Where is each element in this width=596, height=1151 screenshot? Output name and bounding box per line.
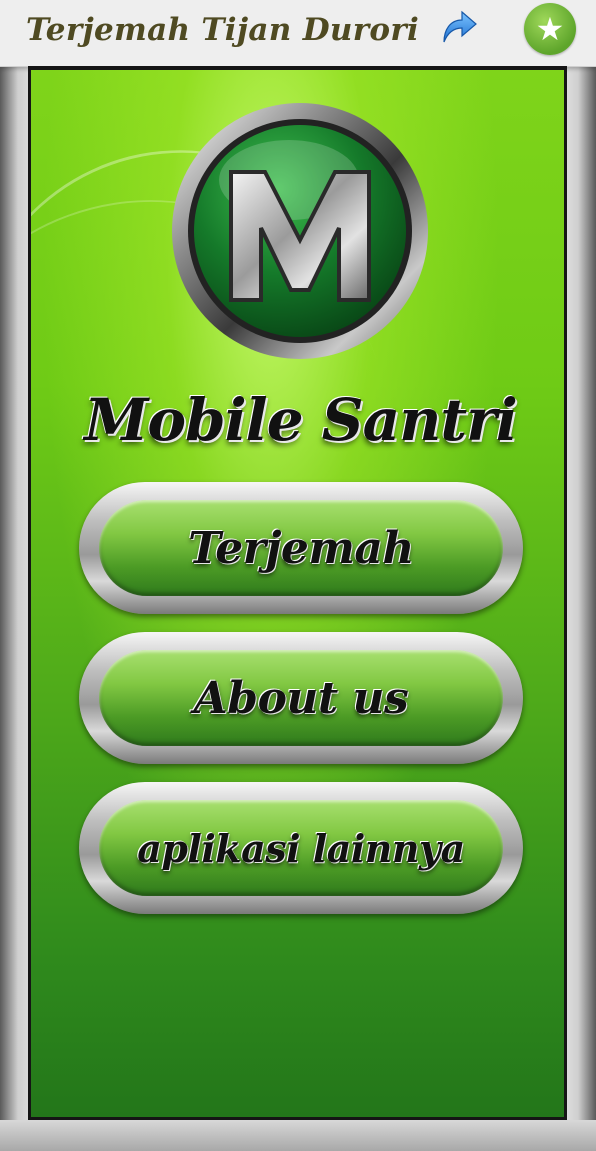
- about-us-label: About us: [193, 672, 409, 724]
- terjemah-label: Terjemah: [188, 522, 414, 574]
- splash-panel: M Mobile Santri Terjemah About us aplika…: [28, 66, 567, 1120]
- other-apps-label: aplikasi lainnya: [137, 825, 465, 871]
- share-arrow-icon: [443, 10, 477, 43]
- logo-letter: M: [300, 100, 301, 101]
- other-apps-button[interactable]: aplikasi lainnya: [79, 782, 523, 914]
- about-us-button[interactable]: About us: [79, 632, 523, 764]
- share-button[interactable]: [438, 6, 482, 50]
- app-bar: Terjemah Tijan Durori ★: [0, 0, 596, 67]
- app-title: Terjemah Tijan Durori: [26, 12, 420, 48]
- rate-button[interactable]: ★: [524, 3, 576, 55]
- mobile-santri-logo: M: [172, 100, 428, 359]
- button-face: aplikasi lainnya: [99, 800, 503, 896]
- bottom-bar: [0, 1120, 596, 1151]
- terjemah-button[interactable]: Terjemah: [79, 482, 523, 614]
- button-face: About us: [99, 650, 503, 746]
- star-icon: ★: [535, 10, 565, 48]
- button-face: Terjemah: [99, 500, 503, 596]
- brand-name: Mobile Santri: [84, 386, 518, 454]
